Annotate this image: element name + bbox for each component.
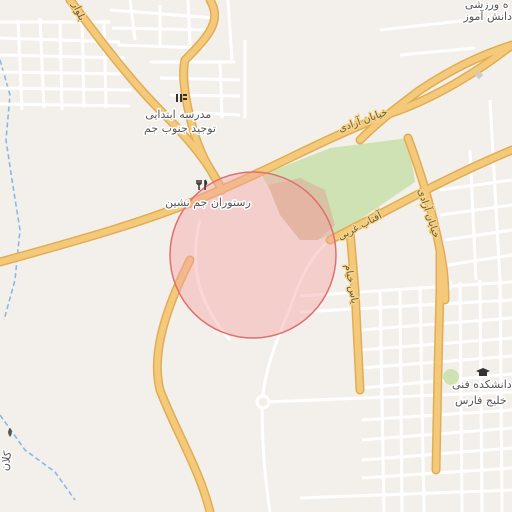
restaurant-label: رستوران جم نشین — [165, 196, 251, 209]
top-right-label: ه ورزشی دانش آموز — [463, 0, 512, 23]
map-canvas[interactable]: مدرسه ابتدایی توجید جنوب جم رستوران جم ن… — [0, 0, 512, 512]
school-label: مدرسه ابتدایی توجید جنوب جم — [144, 108, 216, 135]
